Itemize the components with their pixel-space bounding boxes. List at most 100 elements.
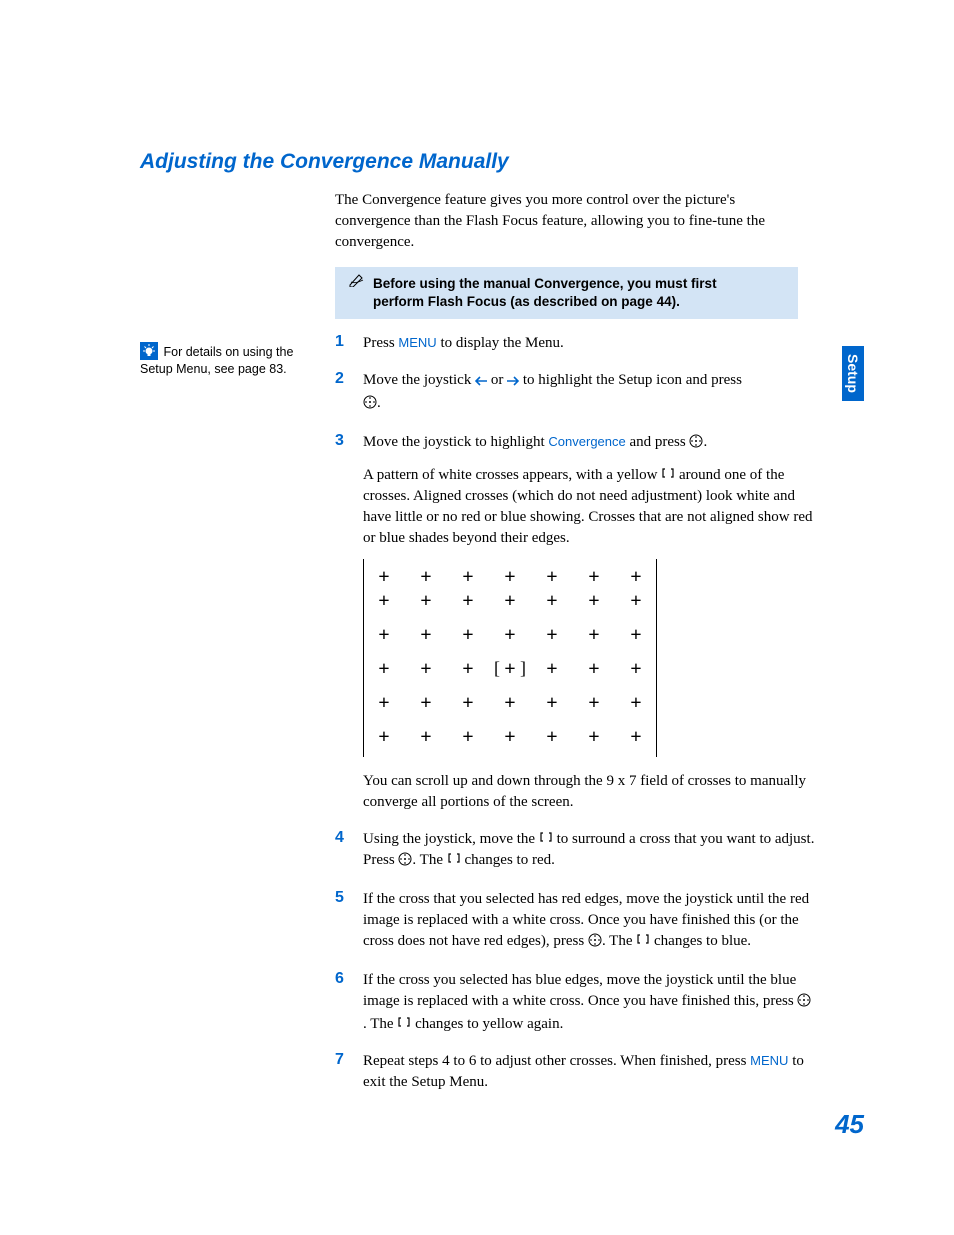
bracket-icon — [539, 829, 553, 850]
step-4: 4 Using the joystick, move the to surrou… — [335, 829, 815, 883]
text: changes to blue. — [650, 933, 751, 949]
text: If the cross you selected has blue edges… — [363, 972, 797, 1009]
step-6: 6 If the cross you selected has blue edg… — [335, 970, 815, 1045]
text: to display the Menu. — [437, 335, 564, 351]
cross-icon: + — [500, 567, 520, 587]
page-number: 45 — [835, 1109, 864, 1140]
cross-icon: + — [584, 625, 604, 645]
step-body: If the cross you selected has blue edges… — [363, 970, 815, 1045]
grid-row: +++++++ — [374, 567, 646, 587]
step-1: 1 Press MENU to display the Menu. — [335, 333, 815, 364]
bracket-icon — [636, 931, 650, 952]
text: changes to yellow again. — [411, 1016, 563, 1032]
arrow-left-icon — [475, 372, 487, 393]
cross-icon: + — [626, 591, 646, 611]
arrow-right-icon — [507, 372, 519, 393]
cross-icon: + — [542, 693, 562, 713]
cross-icon: + — [542, 659, 562, 679]
step-body: If the cross that you selected has red e… — [363, 889, 815, 964]
text: . The — [363, 1016, 397, 1032]
selected-cross-icon: + — [500, 659, 520, 679]
cross-icon: + — [416, 659, 436, 679]
text: . — [703, 434, 707, 450]
step-body: Move the joystick or to highlight the Se… — [363, 370, 815, 426]
cross-icon: + — [626, 625, 646, 645]
grid-row: +++++++ — [374, 693, 646, 713]
cross-icon: + — [500, 693, 520, 713]
cross-icon: + — [584, 567, 604, 587]
step-2: 2 Move the joystick or to highlight the … — [335, 370, 815, 426]
cross-icon: + — [416, 727, 436, 747]
cross-icon: + — [374, 727, 394, 747]
cross-icon: + — [584, 659, 604, 679]
cross-icon: + — [458, 693, 478, 713]
step-number: 5 — [335, 889, 363, 964]
section-heading: Adjusting the Convergence Manually — [140, 150, 844, 174]
step-body: Press MENU to display the Menu. — [363, 333, 815, 364]
grid-row: + + + + + + + — [374, 727, 646, 747]
text: Repeat steps 4 to 6 to adjust other cros… — [363, 1053, 750, 1069]
cross-icon: + — [626, 727, 646, 747]
cross-icon: + — [542, 625, 562, 645]
text: . — [377, 395, 381, 411]
side-tab: Setup — [842, 346, 864, 401]
text: Using the joystick, move the — [363, 831, 539, 847]
convergence-keyword: Convergence — [548, 434, 625, 449]
text: . The — [412, 852, 446, 868]
text: and press — [626, 434, 690, 450]
text: Press — [363, 335, 398, 351]
cross-icon: + — [500, 591, 520, 611]
step-number: 2 — [335, 370, 363, 426]
cross-icon: + — [458, 659, 478, 679]
sidebar-tip-text: For details on using the Setup Menu, see… — [140, 345, 293, 376]
cross-icon: + — [500, 727, 520, 747]
text: changes to red. — [461, 852, 555, 868]
cross-icon: + — [500, 625, 520, 645]
cross-icon: + — [542, 567, 562, 587]
cross-icon: + — [584, 693, 604, 713]
cross-icon: + — [416, 591, 436, 611]
step-number: 6 — [335, 970, 363, 1045]
cross-icon: + — [374, 659, 394, 679]
cross-icon: + — [542, 591, 562, 611]
joystick-press-icon — [398, 852, 412, 873]
joystick-press-icon — [797, 993, 811, 1014]
sidebar-tip: For details on using the Setup Menu, see… — [140, 342, 315, 378]
bracket-icon — [661, 465, 675, 486]
cross-icon: + — [416, 567, 436, 587]
cross-icon: + — [584, 727, 604, 747]
grid-row: + + + + + + + — [374, 659, 646, 679]
text: You can scroll up and down through the 9… — [363, 771, 815, 813]
intro-paragraph: The Convergence feature gives you more c… — [335, 190, 805, 253]
cross-icon: + — [458, 567, 478, 587]
step-3: 3 Move the joystick to highlight Converg… — [335, 432, 815, 823]
step-5: 5 If the cross that you selected has red… — [335, 889, 815, 964]
cross-icon: + — [542, 727, 562, 747]
bracket-icon — [447, 850, 461, 871]
note-text: Before using the manual Convergence, you… — [347, 275, 764, 311]
cross-icon: + — [458, 625, 478, 645]
cross-icon: + — [584, 591, 604, 611]
convergence-grid: + + + + + + + + + + + + + + + + + + + + + + + + + + + + — [363, 559, 657, 757]
cross-icon: + — [458, 727, 478, 747]
text: to highlight the Setup icon and press — [519, 372, 742, 388]
step-number: 7 — [335, 1051, 363, 1103]
note-box: Before using the manual Convergence, you… — [335, 267, 798, 319]
step-number: 3 — [335, 432, 363, 823]
grid-row: +++++++ — [374, 625, 646, 645]
text: . The — [602, 933, 636, 949]
joystick-press-icon — [689, 434, 703, 455]
cross-icon: + — [458, 591, 478, 611]
menu-keyword: MENU — [398, 335, 436, 350]
text: Move the joystick — [363, 372, 475, 388]
cross-icon: + — [626, 659, 646, 679]
cross-icon: + — [416, 625, 436, 645]
step-number: 4 — [335, 829, 363, 883]
lightbulb-icon — [140, 342, 158, 360]
menu-keyword: MENU — [750, 1053, 788, 1068]
step-body: Using the joystick, move the to surround… — [363, 829, 815, 883]
step-body: Repeat steps 4 to 6 to adjust other cros… — [363, 1051, 815, 1103]
cross-icon: + — [626, 693, 646, 713]
joystick-press-icon — [588, 933, 602, 954]
cross-icon: + — [374, 693, 394, 713]
